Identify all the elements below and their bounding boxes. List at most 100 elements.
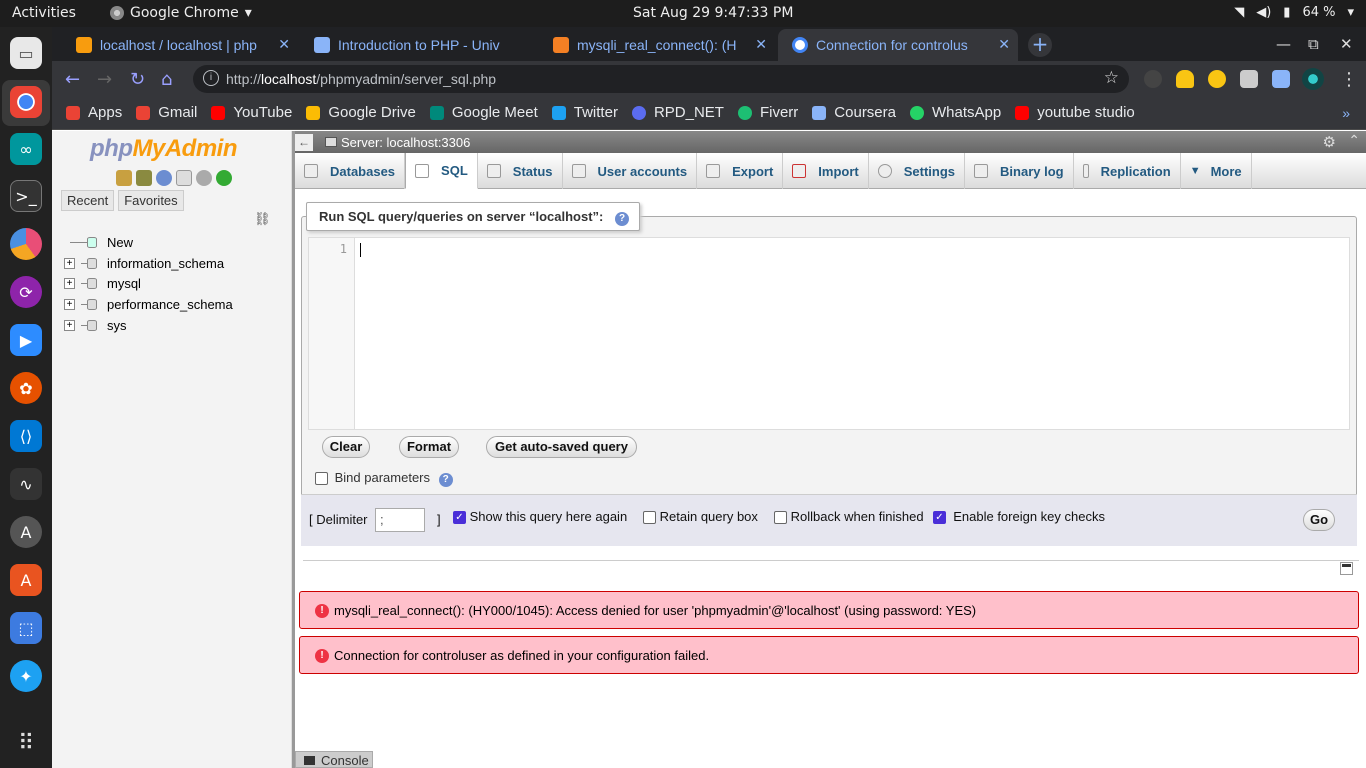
home-icon[interactable] (116, 170, 132, 186)
rollback-checkbox[interactable] (774, 511, 787, 525)
close-icon[interactable]: ✕ (278, 36, 290, 53)
server-breadcrumb[interactable]: Server: localhost:3306 (325, 135, 470, 150)
tab-export[interactable]: Export (697, 153, 784, 189)
bookmark-whatsapp[interactable]: WhatsApp (910, 104, 1001, 121)
tab-status[interactable]: Status (478, 153, 563, 189)
bookmark-gmail[interactable]: Gmail (136, 104, 197, 121)
bookmark-apps[interactable]: Apps (66, 104, 122, 121)
files-icon[interactable]: ▭ (10, 37, 42, 69)
link-icon[interactable]: ⛓ (254, 211, 271, 227)
tab-introduction-php[interactable]: Introduction to PHP - Univ (300, 29, 536, 61)
clear-button[interactable]: Clear (322, 436, 370, 458)
reload-icon[interactable]: ↻ (130, 69, 145, 90)
tab-connection-controluser[interactable]: Connection for controlus ✕ (778, 29, 1018, 61)
tab-databases[interactable]: Databases (295, 153, 406, 189)
bind-parameters-option[interactable]: Bind parameters ? (315, 470, 453, 487)
dollar-extension-icon[interactable] (1208, 70, 1226, 88)
image-extension-icon[interactable] (1240, 70, 1258, 88)
show-query-checkbox[interactable]: ✓ (453, 511, 466, 525)
close-icon[interactable]: ✕ (998, 36, 1010, 53)
bookmark-google-meet[interactable]: Google Meet (429, 104, 538, 121)
bind-parameters-checkbox[interactable] (315, 472, 328, 486)
tab-import[interactable]: Import (783, 153, 869, 189)
help-icon[interactable]: ? (438, 473, 453, 487)
software-updater-icon[interactable]: A (10, 516, 42, 548)
new-tab-button[interactable]: + (1028, 33, 1052, 57)
pma-logo[interactable]: phpMyAdmin (90, 135, 237, 163)
delimiter-input[interactable]: ; (375, 508, 425, 532)
menu-icon[interactable]: ⋮ (1340, 69, 1358, 90)
tree-item-database[interactable]: + mysql (64, 273, 233, 294)
tab-user-accounts[interactable]: User accounts (563, 153, 698, 189)
url-text[interactable]: http://localhost/phpmyadmin/server_sql.p… (226, 71, 496, 87)
bookmark-fiverr[interactable]: Fiverr (737, 104, 798, 121)
screenshot-icon[interactable]: ⬚ (10, 612, 42, 644)
terminal-icon[interactable]: >_ (10, 180, 42, 212)
tab-settings[interactable]: Settings (869, 153, 966, 189)
reload-icon[interactable] (216, 170, 232, 186)
arduino-icon[interactable]: ∞ (10, 133, 42, 165)
minimize-icon[interactable]: — (1276, 35, 1291, 53)
app-menu[interactable]: Google Chrome ▾ (110, 5, 252, 21)
tab-binary-log[interactable]: Binary log (965, 153, 1074, 189)
gear-icon[interactable]: ⚙ (1323, 133, 1336, 151)
maximize-icon[interactable]: ⧉ (1308, 35, 1319, 53)
bookmark-rpd-net[interactable]: RPD_NET (631, 104, 724, 121)
ghost-extension-icon[interactable] (1176, 70, 1194, 88)
bookmark-google-drive[interactable]: Google Drive (306, 104, 416, 121)
tree-item-database[interactable]: + sys (64, 315, 233, 336)
help-icon[interactable]: ? (615, 212, 630, 226)
close-window-icon[interactable]: ✕ (1340, 35, 1353, 53)
zoom-icon[interactable]: ▶ (10, 324, 42, 356)
get-auto-saved-query-button[interactable]: Get auto-saved query (486, 436, 637, 458)
gear-icon[interactable] (196, 170, 212, 186)
expand-icon[interactable]: + (64, 319, 75, 331)
expand-icon[interactable]: + (64, 298, 75, 310)
sql-editor[interactable]: 1 (308, 237, 1350, 430)
expand-icon[interactable]: + (64, 278, 75, 290)
bookmark-youtube[interactable]: YouTube (211, 104, 292, 121)
bookmark-youtube-studio[interactable]: youtube studio (1015, 104, 1135, 121)
format-button[interactable]: Format (399, 436, 459, 458)
retain-query-box-checkbox[interactable] (643, 511, 656, 525)
foreign-key-checks-option[interactable]: ✓ Enable foreign key checks (933, 509, 1105, 525)
tab-replication[interactable]: Replication (1074, 153, 1181, 189)
pin-icon[interactable] (1340, 562, 1353, 575)
pie-chart-app-icon[interactable] (10, 228, 42, 260)
back-arrow-icon[interactable]: ← (65, 69, 80, 90)
bookmark-coursera[interactable]: Coursera (812, 104, 896, 121)
close-icon[interactable]: ✕ (755, 36, 767, 53)
rollback-option[interactable]: Rollback when finished (774, 509, 924, 525)
retain-query-box-option[interactable]: Retain query box (643, 509, 758, 525)
show-applications-icon[interactable]: ⠿ (10, 727, 42, 759)
tree-item-database[interactable]: + performance_schema (64, 294, 233, 315)
twitter-icon[interactable]: ✦ (10, 660, 42, 692)
tab-mysqli-real-connect[interactable]: mysqli_real_connect(): (H ✕ (539, 29, 775, 61)
tab-favorites[interactable]: Favorites (118, 190, 184, 211)
sync-icon[interactable]: ⟳ (10, 276, 42, 308)
system-monitor-icon[interactable]: ∿ (10, 468, 42, 500)
docs-icon[interactable] (176, 170, 192, 186)
xampp-icon[interactable]: ✿ (10, 372, 42, 404)
help-icon[interactable] (156, 170, 172, 186)
bookmark-twitter[interactable]: Twitter (551, 104, 618, 121)
tab-sql[interactable]: SQL (405, 153, 478, 189)
forward-arrow-icon[interactable]: → (97, 69, 112, 90)
ubuntu-software-icon[interactable]: A (10, 564, 42, 596)
go-button[interactable]: Go (1303, 509, 1335, 531)
collapse-icon[interactable]: ⌃ (1348, 132, 1360, 149)
console-toggle[interactable]: Console (295, 751, 373, 768)
foreign-key-checks-checkbox[interactable]: ✓ (933, 511, 946, 525)
chrome-icon[interactable] (10, 86, 42, 118)
vscode-icon[interactable]: ⟨⟩ (10, 420, 42, 452)
activities-button[interactable]: Activities (12, 5, 76, 21)
tab-recent[interactable]: Recent (61, 190, 115, 211)
more-bookmarks-icon[interactable]: » (1342, 105, 1350, 121)
info-icon[interactable]: i (203, 70, 219, 86)
system-tray[interactable]: ◥ ◀) ▮ 64 % ▾ (1234, 5, 1354, 20)
address-bar[interactable]: i http://localhost/phpmyadmin/server_sql… (193, 65, 1129, 93)
collapse-nav-button[interactable]: ← (295, 134, 313, 151)
logout-icon[interactable] (136, 170, 152, 186)
home-icon[interactable]: ⌂ (161, 69, 172, 90)
tree-item-database[interactable]: + information_schema (64, 253, 233, 274)
